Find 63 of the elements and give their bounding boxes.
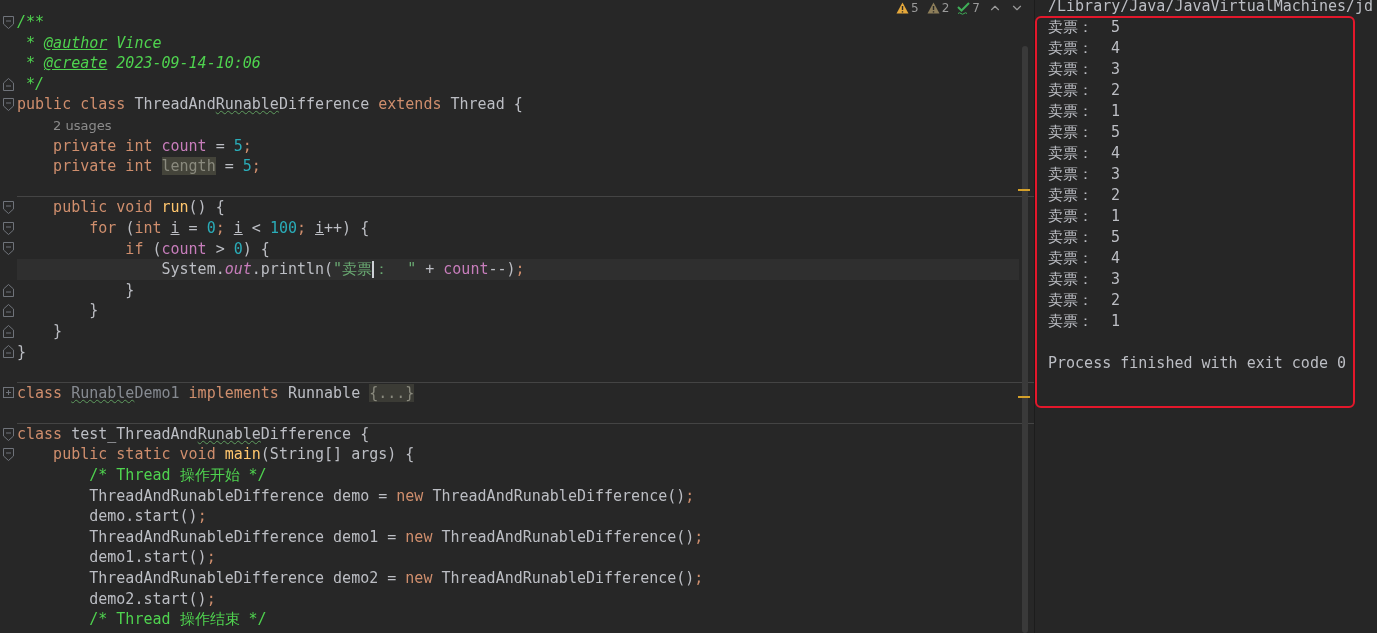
code-line: demo1.start(); <box>88 547 216 569</box>
fold-icon[interactable] <box>3 98 14 112</box>
code-line: } <box>17 341 27 363</box>
console-output-line: 卖票： 1 <box>1048 311 1121 332</box>
check-icon <box>957 1 971 15</box>
fold-icon[interactable] <box>3 201 14 215</box>
usages-hint[interactable]: 2 usages <box>53 117 112 133</box>
console-output-line: 卖票： 5 <box>1048 227 1121 248</box>
console-output-line: 卖票： 5 <box>1048 122 1121 143</box>
fold-icon[interactable] <box>3 324 14 338</box>
code-line: ThreadAndRunableDifference demo1 = new ThreadAndRunableDifference(); <box>88 526 704 548</box>
console-output-line: 卖票： 3 <box>1048 59 1121 80</box>
code-editor[interactable] <box>0 0 1035 633</box>
code-line: public static void main(String[] args) { <box>52 444 415 466</box>
code-line: * @create 2023-09-14-10:06 <box>25 53 261 74</box>
console-output-line: 卖票： 1 <box>1048 101 1121 122</box>
console-output-line: 卖票： 2 <box>1048 185 1121 206</box>
warning-icon <box>896 2 910 14</box>
console-output-line: 卖票： 3 <box>1048 164 1121 185</box>
code-line: demo2.start(); <box>88 588 216 610</box>
code-line: private int count = 5; <box>52 135 252 157</box>
console-output-line: 卖票： 4 <box>1048 248 1121 269</box>
code-line: /* Thread 操作开始 */ <box>88 465 267 486</box>
console-output-line: 卖票： 1 <box>1048 206 1121 227</box>
code-line: * @author Vince <box>25 32 162 54</box>
code-line: ThreadAndRunableDifference demo = new ThreadAndRunableDifference(); <box>88 485 695 507</box>
console-output-line: 卖票： 4 <box>1048 143 1121 164</box>
code-line: class test_ThreadAndRunableDifference { <box>17 423 370 445</box>
console-output-line: 卖票： 3 <box>1048 269 1121 290</box>
fold-icon[interactable] <box>3 448 14 462</box>
fold-icon[interactable] <box>3 345 14 359</box>
fold-icon[interactable] <box>3 242 14 256</box>
code-line: demo.start(); <box>88 506 207 527</box>
console-command: /Library/Java/JavaVirtualMachines/jd <box>1048 0 1374 17</box>
fold-icon[interactable] <box>3 427 14 441</box>
console-output-line: 卖票： 5 <box>1048 17 1121 38</box>
console-output-line: 卖票： 2 <box>1048 290 1121 311</box>
code-line: public void run() { <box>52 197 225 218</box>
code-line: if (count > 0) { <box>124 238 270 260</box>
code-line: private int length = 5; <box>52 156 261 177</box>
code-line: } <box>88 300 99 321</box>
fold-icon[interactable] <box>3 15 14 29</box>
problem-count[interactable]: 2 <box>941 1 950 15</box>
code-line: class RunableDemo1 implements Runnable {...} <box>17 382 415 404</box>
console-output-line: 卖票： 2 <box>1048 80 1121 101</box>
fold-icon[interactable] <box>3 221 14 235</box>
code-line: /* Thread 操作结束 */ <box>88 609 267 630</box>
code-line: ThreadAndRunableDifference demo2 = new ThreadAndRunableDifference(); <box>88 568 704 589</box>
code-line: } <box>52 320 63 342</box>
expand-icon[interactable] <box>3 387 14 399</box>
fold-icon[interactable] <box>3 283 14 297</box>
fold-icon[interactable] <box>3 77 14 91</box>
code-line: for (int i = 0; i < 100; i++) { <box>88 217 370 239</box>
exit-message: Process finished with exit code 0 <box>1048 353 1346 374</box>
problem-count[interactable]: 7 <box>972 1 980 15</box>
warning-icon <box>926 2 940 14</box>
code-line: */ <box>25 73 45 95</box>
code-line: public class ThreadAndRunableDifference extends Thread { <box>17 94 523 115</box>
code-line: /** <box>17 12 45 33</box>
console-output-line: 卖票： 4 <box>1048 38 1121 59</box>
fold-icon[interactable] <box>3 304 14 318</box>
problem-count[interactable]: 5 <box>911 1 919 15</box>
code-line: } <box>124 279 135 301</box>
